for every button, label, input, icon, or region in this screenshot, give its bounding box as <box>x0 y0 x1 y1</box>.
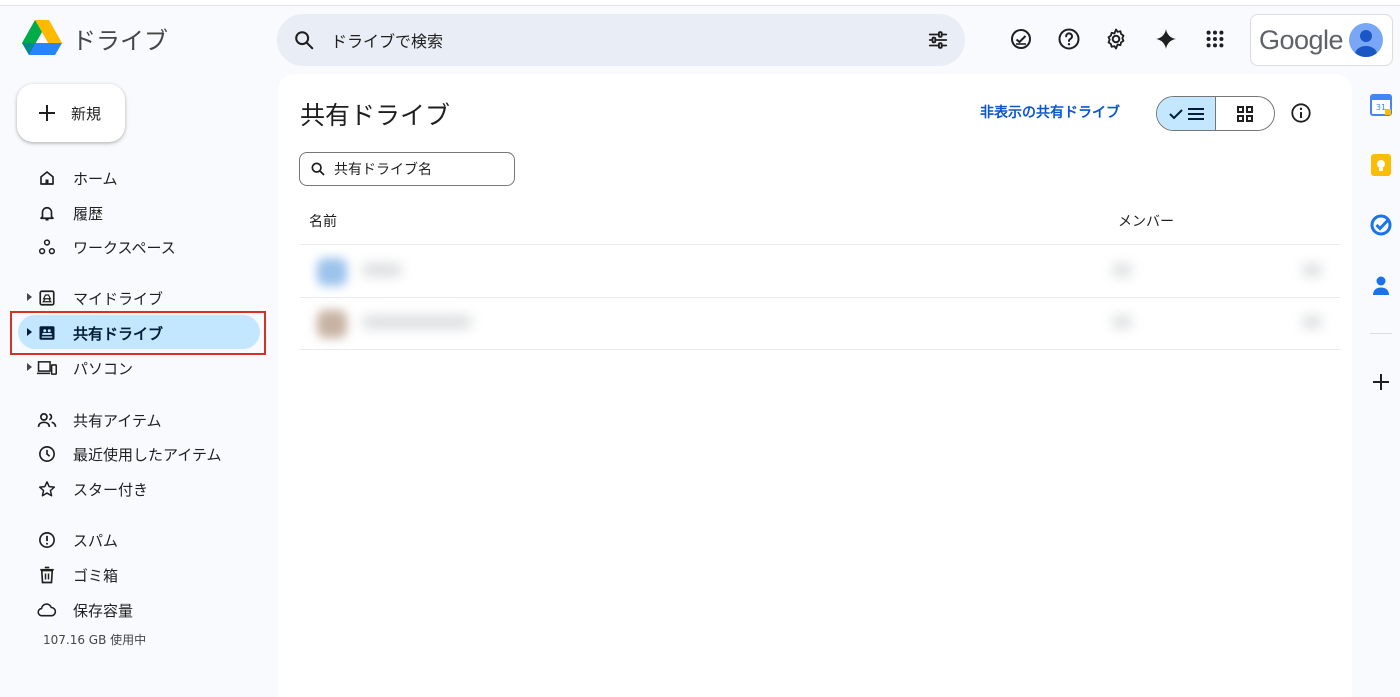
info-icon[interactable] <box>1290 102 1312 128</box>
blurred-drive-icon <box>317 310 347 338</box>
sidebar-item-history[interactable]: 履歴 <box>18 195 260 229</box>
sidebar-item-label: ゴミ箱 <box>73 567 119 585</box>
search-options-icon[interactable] <box>927 29 949 51</box>
blurred-text <box>362 264 402 276</box>
trash-icon <box>37 565 57 585</box>
sidebar-item-label: 共有アイテム <box>73 412 162 430</box>
sidebar-item-label: 保存容量 <box>73 602 134 620</box>
browser-top-edge <box>0 0 1400 6</box>
google-wordmark: Google <box>1259 24 1344 55</box>
sidebar-item-label: パソコン <box>73 360 134 378</box>
sidebar-item-spam[interactable]: スパム <box>18 522 260 556</box>
help-icon[interactable] <box>1056 26 1082 52</box>
column-header-name[interactable]: 名前 <box>309 211 337 231</box>
contacts-icon[interactable] <box>1370 274 1392 296</box>
main-content-panel: 共有ドライブ 非表示の共有ドライブ 共有ドライブ名 名前 メンバー <box>278 74 1352 697</box>
sidebar-item-workspaces[interactable]: ワークスペース <box>18 229 260 263</box>
account-switcher[interactable]: Google <box>1250 14 1393 66</box>
sidebar-item-shared-with-me[interactable]: 共有アイテム <box>18 402 260 436</box>
cloud-icon <box>37 600 57 620</box>
plus-icon <box>39 105 55 121</box>
storage-usage-text: 107.16 GB 使用中 <box>43 633 147 647</box>
blurred-drive-icon <box>317 258 347 286</box>
offline-ready-icon[interactable] <box>1008 26 1034 52</box>
hidden-shared-drives-link[interactable]: 非表示の共有ドライブ <box>980 102 1120 122</box>
keep-icon[interactable] <box>1370 154 1392 176</box>
blurred-text <box>1302 264 1322 276</box>
my-drive-icon <box>37 288 57 308</box>
view-toggle[interactable] <box>1156 96 1275 131</box>
drive-logo-icon <box>22 20 62 55</box>
clock-icon <box>37 444 57 464</box>
search-icon <box>311 162 325 176</box>
new-button-label: 新規 <box>71 104 102 123</box>
bell-icon <box>37 203 57 223</box>
sidebar-item-my-drive[interactable]: マイドライブ <box>18 280 260 314</box>
blurred-text <box>1302 316 1322 328</box>
sidebar-item-starred[interactable]: スター付き <box>18 471 260 505</box>
apps-grid-icon[interactable] <box>1202 26 1228 52</box>
sidebar-item-computers[interactable]: パソコン <box>18 350 260 384</box>
app-title: ドライブ <box>72 26 168 55</box>
sidebar-item-home[interactable]: ホーム <box>18 160 260 194</box>
avatar[interactable] <box>1349 23 1384 57</box>
sidebar-item-trash[interactable]: ゴミ箱 <box>18 557 260 591</box>
drive-logo[interactable]: ドライブ <box>22 20 168 56</box>
sidebar-item-label: マイドライブ <box>73 290 164 308</box>
gemini-sparkle-icon[interactable] <box>1153 26 1179 52</box>
list-icon <box>1188 107 1204 120</box>
table-row[interactable] <box>302 298 1342 348</box>
filter-placeholder: 共有ドライブ名 <box>334 162 432 178</box>
search-input[interactable]: ドライブで検索 <box>331 28 927 52</box>
blurred-text <box>1112 316 1132 328</box>
settings-gear-icon[interactable] <box>1103 26 1129 52</box>
sidebar-item-label: スパム <box>73 532 119 550</box>
expand-arrow-icon[interactable] <box>27 363 32 371</box>
list-view-button[interactable] <box>1157 97 1216 130</box>
grid-view-button[interactable] <box>1216 97 1274 130</box>
calendar-icon[interactable]: 31 <box>1370 94 1392 116</box>
blurred-text <box>1112 264 1132 276</box>
sidebar-item-label: ワークスペース <box>73 239 176 257</box>
computers-icon <box>37 358 57 378</box>
home-icon <box>37 168 57 188</box>
sidebar-item-storage[interactable]: 保存容量 <box>18 592 260 626</box>
new-button[interactable]: 新規 <box>17 84 125 142</box>
spam-icon <box>37 530 57 550</box>
sidebar-item-recent[interactable]: 最近使用したアイテム <box>18 436 260 470</box>
svg-text:31: 31 <box>1376 103 1386 112</box>
sidebar-item-label: 履歴 <box>73 205 104 223</box>
table-row[interactable] <box>302 246 1342 296</box>
row-divider <box>300 349 1340 350</box>
highlight-annotation-box <box>10 311 266 355</box>
search-bar[interactable]: ドライブで検索 <box>277 14 965 66</box>
check-icon <box>1169 108 1183 119</box>
add-addon-icon[interactable] <box>1370 371 1392 393</box>
workspaces-icon <box>37 237 57 257</box>
blurred-text <box>362 316 472 328</box>
star-icon <box>37 479 57 499</box>
row-divider <box>300 244 1340 245</box>
people-icon <box>37 410 57 430</box>
sidebar-item-label: 最近使用したアイテム <box>73 446 222 464</box>
rail-divider <box>1370 333 1392 334</box>
tasks-icon[interactable] <box>1370 214 1392 236</box>
grid-icon <box>1237 105 1253 122</box>
expand-arrow-icon[interactable] <box>27 293 32 301</box>
shared-drive-filter-input[interactable]: 共有ドライブ名 <box>299 152 515 186</box>
sidebar-item-label: ホーム <box>73 170 118 188</box>
column-header-members[interactable]: メンバー <box>1118 211 1174 231</box>
search-icon[interactable] <box>293 29 315 51</box>
page-title: 共有ドライブ <box>300 101 451 130</box>
sidebar-item-label: スター付き <box>73 481 149 499</box>
